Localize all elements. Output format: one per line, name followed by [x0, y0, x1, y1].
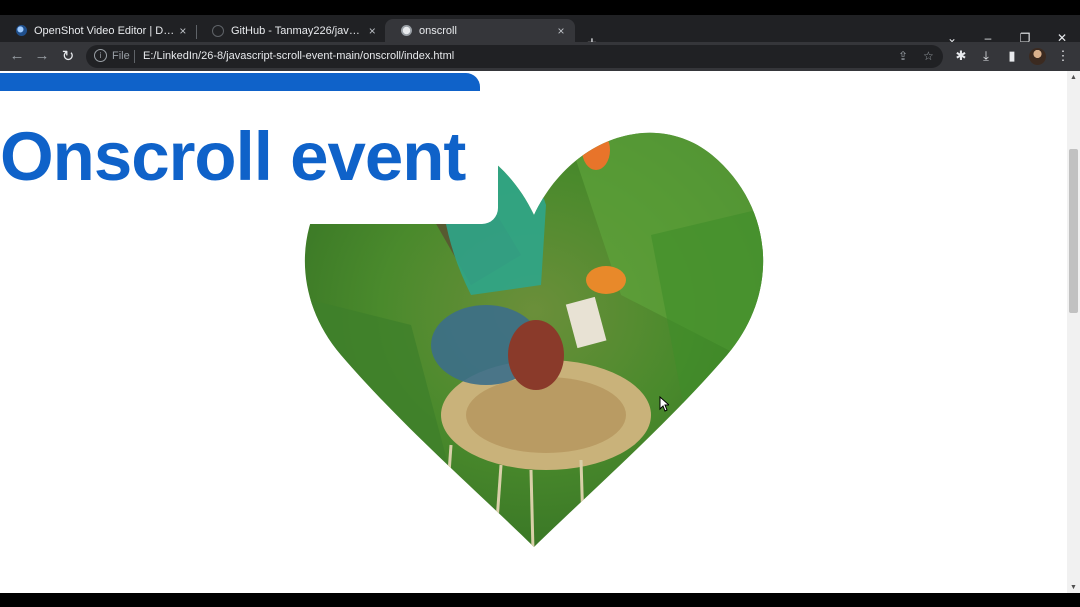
side-panel-icon[interactable]: ▮ [1003, 48, 1021, 64]
scheme-label: File [112, 50, 130, 62]
share-icon[interactable]: ⇪ [898, 49, 908, 63]
page-viewport: Onscroll event [0, 71, 1067, 593]
tab-github[interactable]: GitHub - Tanmay226/javascript-s × [196, 19, 385, 42]
blue-header-bar [0, 73, 480, 91]
forward-icon[interactable]: → [32, 47, 52, 64]
address-bar[interactable]: i File E:/LinkedIn/26-8/javascript-scrol… [86, 45, 943, 68]
omnibox-divider [134, 50, 135, 63]
browser-toolbar: ← → ↻ i File E:/LinkedIn/26-8/javascript… [0, 42, 1080, 71]
scroll-up-icon[interactable]: ▲ [1070, 74, 1077, 81]
tab-strip: OpenShot Video Editor | Downlo × GitHub … [0, 15, 1080, 52]
tab-openshot[interactable]: OpenShot Video Editor | Downlo × [0, 19, 196, 42]
tab-title: GitHub - Tanmay226/javascript-s [231, 24, 366, 37]
info-icon[interactable]: i [94, 49, 107, 62]
tab-title: onscroll [419, 24, 457, 37]
url-text[interactable]: E:/LinkedIn/26-8/javascript-scroll-event… [143, 50, 454, 62]
scrollbar-thumb[interactable] [1069, 149, 1078, 313]
close-tab-icon[interactable]: × [176, 24, 190, 38]
reload-icon[interactable]: ↻ [58, 47, 78, 65]
vertical-scrollbar[interactable]: ▲ ▼ [1067, 71, 1080, 593]
profile-avatar[interactable] [1029, 48, 1046, 65]
close-tab-icon[interactable]: × [553, 24, 569, 38]
bookmark-star-icon[interactable]: ☆ [923, 49, 934, 63]
download-icon[interactable]: ⤓ [977, 48, 995, 64]
extensions-icon[interactable]: ✱ [952, 48, 970, 64]
tab-onscroll[interactable]: onscroll × [385, 19, 575, 42]
menu-icon[interactable]: ⋮ [1054, 48, 1072, 64]
github-favicon-icon [212, 24, 224, 37]
page-heading: Onscroll event [0, 118, 466, 195]
close-tab-icon[interactable]: × [366, 24, 380, 38]
openshot-favicon-icon [16, 25, 27, 36]
mouse-cursor-icon [659, 396, 669, 412]
tab-title: OpenShot Video Editor | Downlo [34, 24, 176, 37]
screen-top-bar [0, 0, 1080, 15]
globe-icon [401, 25, 412, 36]
scroll-down-icon[interactable]: ▼ [1070, 584, 1077, 591]
back-icon[interactable]: ← [7, 47, 27, 64]
screen-bottom-bar [0, 593, 1080, 607]
